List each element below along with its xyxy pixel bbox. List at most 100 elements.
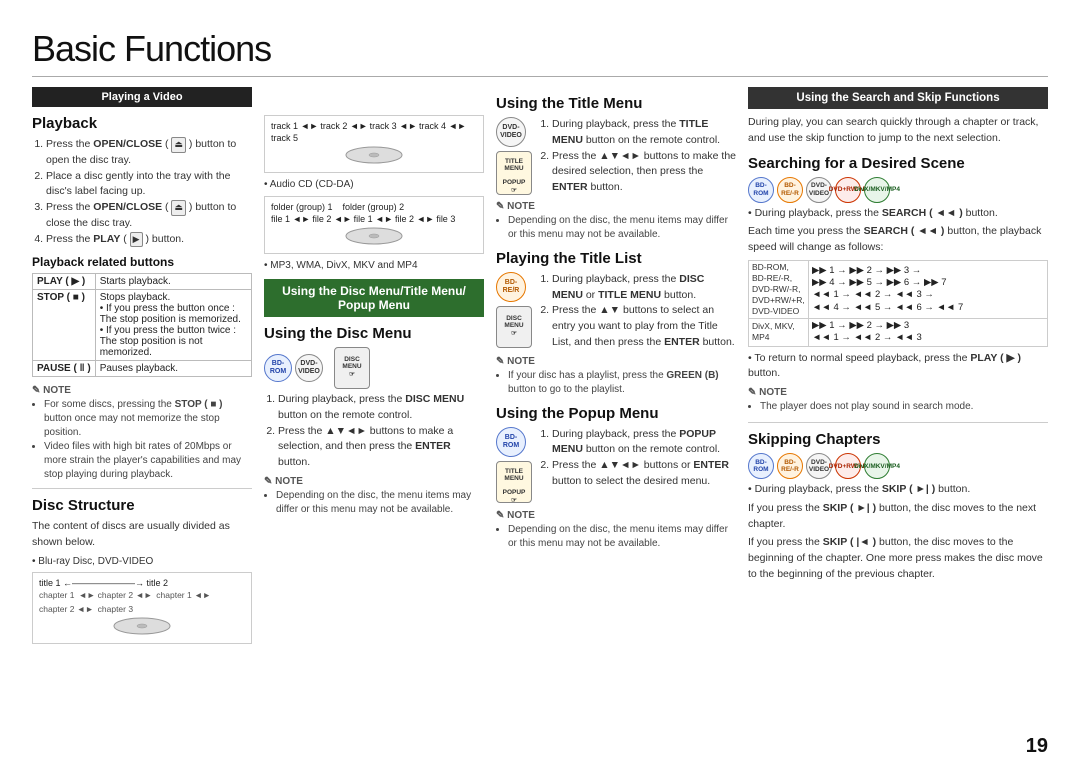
divider <box>32 488 252 489</box>
disc-svg-1 <box>112 616 172 636</box>
search-note: NOTE The player does not play sound in s… <box>748 387 1048 414</box>
playback-section: Playback Press the OPEN/CLOSE ( ⏏ ) butt… <box>32 115 252 247</box>
desired-scene-section: Searching for a Desired Scene BD-ROM BD-… <box>748 155 1048 415</box>
speed-row-2: DivX, MKV,MP4 ▶▶ 1 → ▶▶ 2 → ▶▶ 3 ◄◄ 1 → … <box>749 318 1048 346</box>
disc-menu-note: NOTE Depending on the disc, the menu ite… <box>264 476 484 517</box>
main-content: Playing a Video Playback Press the OPEN/… <box>32 87 1048 750</box>
playback-step-3: Press the OPEN/CLOSE ( ⏏ ) button to clo… <box>46 200 252 232</box>
title-menu-note: NOTE Depending on the disc, the menu ite… <box>496 201 736 242</box>
disc-menu-section: Using the Disc Menu BD-ROM DVD-VIDEO DIS… <box>264 325 484 517</box>
playback-related-title: Playback related buttons <box>32 255 252 269</box>
speed-label-1: BD-ROM,BD-RE/-R,DVD-RW/-R,DVD+RW/+R,DVD-… <box>749 260 809 318</box>
audio-cd-label: Audio CD (CD-DA) <box>264 179 484 190</box>
popup-menu-steps: During playback, press the POPUP MENU bu… <box>538 427 736 490</box>
folder-labels: folder (group) 1folder (group) 2 <box>271 202 477 212</box>
title-list-step-1: During playback, press the DISC MENU or … <box>552 272 736 304</box>
play-btn-cell: PLAY ( ▶ ) <box>33 274 96 290</box>
bd-rom-icon-3: BD-ROM <box>748 177 774 203</box>
play-desc: Starts playback. <box>95 274 251 290</box>
title-list-note: NOTE If your disc has a playlist, press … <box>496 356 736 397</box>
mp3-diagram: folder (group) 1folder (group) 2 file 1 … <box>264 196 484 254</box>
table-row: PAUSE ( ‖ ) Pauses playback. <box>33 361 252 377</box>
popup-menu-note-list: Depending on the disc, the menu items ma… <box>496 523 736 551</box>
title-menu-steps: During playback, press the TITLE MENU bu… <box>538 117 736 196</box>
stop-btn-cell: STOP ( ■ ) <box>33 290 96 361</box>
dvd-video-icon: DVD-VIDEO <box>295 354 323 382</box>
col-mid-left: track 1 ◄►track 2 ◄►track 3 ◄►track 4 ◄►… <box>264 87 484 750</box>
pause-desc: Pauses playback. <box>95 361 251 377</box>
popup-menu-icons-col: BD-ROM TITLEMENUPOPUP☞ <box>496 427 532 505</box>
title-list-step-2: Press the ▲▼ buttons to select an entry … <box>552 303 736 350</box>
disc-menu-step-2: Press the ▲▼◄► buttons to make a selecti… <box>278 424 484 471</box>
disc-menu-step-1: During playback, press the DISC MENU but… <box>278 392 484 424</box>
desired-scene-title: Searching for a Desired Scene <box>748 155 1048 172</box>
popup-menu-btn: TITLEMENUPOPUP☞ <box>496 461 532 503</box>
disc-menu-header-line2: Popup Menu <box>338 298 410 312</box>
track-labels: track 1 ◄►track 2 ◄►track 3 ◄►track 4 ◄►… <box>271 121 477 143</box>
note-label: NOTE <box>32 385 252 396</box>
table-row: PLAY ( ▶ ) Starts playback. <box>33 274 252 290</box>
mp3-label: MP3, WMA, DivX, MKV and MP4 <box>264 260 484 271</box>
col-mid-right: Using the Title Menu DVD-VIDEO TITLEMENU… <box>496 87 736 750</box>
skipping-note-2: If you press the SKIP ( |◄ ) button, the… <box>748 535 1048 582</box>
title-menu-step-1: During playback, press the TITLE MENU bu… <box>552 117 736 149</box>
skipping-bullet-1: • During playback, press the SKIP ( ►| )… <box>748 482 1048 498</box>
speed-table: BD-ROM,BD-RE/-R,DVD-RW/-R,DVD+RW/+R,DVD-… <box>748 260 1048 347</box>
title-menu-btn: TITLEMENUPOPUP☞ <box>496 151 532 195</box>
skipping-section: Skipping Chapters BD-ROM BD-RE/-R DVD-VI… <box>748 431 1048 583</box>
title-menu-icons-col: DVD-VIDEO TITLEMENUPOPUP☞ <box>496 117 532 195</box>
title-list-title: Playing the Title List <box>496 250 736 267</box>
popup-menu-step-1: During playback, press the POPUP MENU bu… <box>552 427 736 459</box>
title-list-note-list: If your disc has a playlist, press the G… <box>496 369 736 397</box>
search-change-note: Each time you press the SEARCH ( ◄◄ ) bu… <box>748 224 1048 256</box>
playback-table: PLAY ( ▶ ) Starts playback. STOP ( ■ ) S… <box>32 273 252 377</box>
title-list-content: BD-RE/R DISCMENU☞ During playback, press… <box>496 272 736 351</box>
bd-re-r-icon-2: BD-RE/-R <box>777 177 803 203</box>
page: Basic Functions Playing a Video Playback… <box>0 0 1080 770</box>
popup-menu-note-title: NOTE <box>496 510 736 521</box>
note-list: For some discs, pressing the STOP ( ■ ) … <box>32 398 252 482</box>
disc-svg-audio <box>344 145 404 165</box>
playback-steps-list: Press the OPEN/CLOSE ( ⏏ ) button to ope… <box>32 137 252 247</box>
bd-re-r-icon-3: BD-RE/-R <box>777 453 803 479</box>
title-list-note-title: NOTE <box>496 356 736 367</box>
search-bullet: • During playback, press the SEARCH ( ◄◄… <box>748 206 1048 222</box>
playing-video-header: Playing a Video <box>32 87 252 107</box>
disc-menu-header-line1: Using the Disc Menu/Title Menu/ <box>282 284 466 298</box>
search-skip-header: Using the Search and Skip Functions <box>748 87 1048 109</box>
disc-structure-bullet: Blu-ray Disc, DVD-VIDEO <box>32 556 252 567</box>
page-number: 19 <box>1026 735 1048 758</box>
search-note-title: NOTE <box>748 387 1048 398</box>
title-list-note-item: If your disc has a playlist, press the G… <box>508 369 736 397</box>
pause-btn-cell: PAUSE ( ‖ ) <box>33 361 96 377</box>
playback-buttons-section: Playback related buttons PLAY ( ▶ ) Star… <box>32 255 252 377</box>
speed-row-1: BD-ROM,BD-RE/-R,DVD-RW/-R,DVD+RW/+R,DVD-… <box>749 260 1048 318</box>
title-menu-title: Using the Title Menu <box>496 95 736 112</box>
desired-scene-icons: BD-ROM BD-RE/-R DVD-VIDEO DVD+RW/+R DivX… <box>748 177 1048 203</box>
title-menu-section: Using the Title Menu DVD-VIDEO TITLEMENU… <box>496 95 736 242</box>
disc-structure-desc: The content of discs are usually divided… <box>32 519 252 551</box>
playback-note: NOTE For some discs, pressing the STOP (… <box>32 385 252 482</box>
page-title: Basic Functions <box>32 28 1048 77</box>
disc-svg-mp3 <box>344 226 404 246</box>
disc-menu-header: Using the Disc Menu/Title Menu/ Popup Me… <box>264 279 484 317</box>
search-skip-desc: During play, you can search quickly thro… <box>748 115 1048 147</box>
file-labels: file 1 ◄►file 2 ◄►file 1 ◄►file 2 ◄►file… <box>271 214 477 224</box>
note-item-2: Video files with high bit rates of 20Mbp… <box>44 440 252 482</box>
search-note-item: The player does not play sound in search… <box>760 400 1048 414</box>
popup-menu-title: Using the Popup Menu <box>496 405 736 422</box>
disc-menu-steps: During playback, press the DISC MENU but… <box>264 392 484 471</box>
title-list-steps: During playback, press the DISC MENU or … <box>538 272 736 351</box>
col-left: Playing a Video Playback Press the OPEN/… <box>32 87 252 750</box>
popup-menu-step-2: Press the ▲▼◄► buttons or ENTER button t… <box>552 458 736 490</box>
bd-re-r-icon: BD-RE/R <box>496 272 526 302</box>
popup-menu-note: NOTE Depending on the disc, the menu ite… <box>496 510 736 551</box>
disc-menu-remote-icon: DISCMENU☞ <box>334 347 370 389</box>
speed-values-1: ▶▶ 1 → ▶▶ 2 → ▶▶ 3 → ▶▶ 4 → ▶▶ 5 → ▶▶ 6 … <box>809 260 1048 318</box>
stop-desc: Stops playback. • If you press the butto… <box>95 290 251 361</box>
dvd-video-icon-2: DVD-VIDEO <box>496 117 526 147</box>
disc-menu-note-item: Depending on the disc, the menu items ma… <box>276 489 484 517</box>
title-list-icons-col: BD-RE/R DISCMENU☞ <box>496 272 532 348</box>
popup-menu-section: Using the Popup Menu BD-ROM TITLEMENUPOP… <box>496 405 736 551</box>
bd-rom-icon: BD-ROM <box>264 354 292 382</box>
